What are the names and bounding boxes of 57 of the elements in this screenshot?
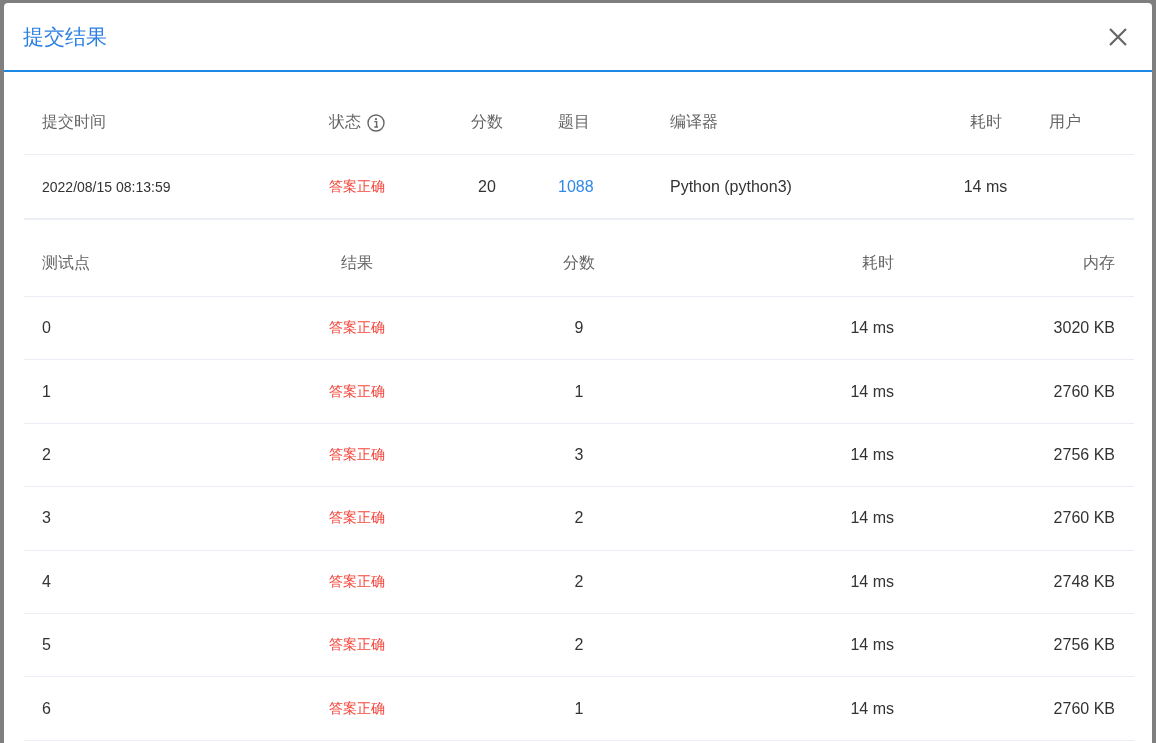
submit-time: 2022/08/15 08:13:59: [42, 178, 171, 195]
score-value: 2: [574, 509, 584, 528]
problem-link[interactable]: 1088: [558, 177, 594, 196]
case-number: 0: [42, 319, 51, 338]
time-value: 14 ms: [963, 177, 1008, 196]
score-value: 1: [574, 382, 584, 401]
score-value: 20: [478, 177, 496, 196]
case-number: 2: [42, 445, 51, 464]
time-value: 14 ms: [850, 572, 894, 591]
column-header: 分数: [471, 112, 503, 132]
column-header: 提交时间: [42, 112, 106, 132]
verdict-text: 答案正确: [329, 382, 385, 401]
verdict-text: 答案正确: [329, 177, 385, 196]
case-number: 4: [42, 572, 51, 591]
compiler-name: Python (python3): [670, 177, 792, 196]
verdict-text: 答案正确: [329, 319, 385, 338]
column-header: 状态: [329, 112, 361, 132]
memory-value: 2760 KB: [1053, 509, 1115, 528]
memory-value: 2760 KB: [1053, 382, 1115, 401]
column-header: 用户: [1049, 112, 1081, 132]
column-header: 内存: [1083, 253, 1115, 273]
time-value: 14 ms: [850, 382, 894, 401]
case-number: 6: [42, 699, 51, 718]
score-value: 1: [574, 699, 584, 718]
column-header: 测试点: [42, 253, 90, 273]
verdict-text: 答案正确: [329, 445, 385, 464]
close-button[interactable]: [1107, 25, 1129, 48]
time-value: 14 ms: [850, 509, 894, 528]
verdict-text: 答案正确: [329, 509, 385, 528]
score-value: 9: [574, 319, 584, 338]
column-header: 分数: [563, 253, 595, 273]
column-header: 结果: [341, 253, 373, 273]
verdict-text: 答案正确: [329, 636, 385, 655]
case-number: 3: [42, 509, 51, 528]
column-header: 题目: [558, 112, 590, 132]
memory-value: 3020 KB: [1053, 319, 1115, 338]
case-number: 1: [42, 382, 51, 401]
verdict-text: 答案正确: [329, 572, 385, 591]
dialog-title: 提交结果: [23, 23, 107, 50]
verdict-text: 答案正确: [329, 699, 385, 718]
time-value: 14 ms: [850, 699, 894, 718]
case-number: 5: [42, 636, 51, 655]
memory-value: 2760 KB: [1053, 699, 1115, 718]
memory-value: 2748 KB: [1053, 572, 1115, 591]
memory-value: 2756 KB: [1053, 636, 1115, 655]
column-header: 耗时: [969, 112, 1002, 132]
time-value: 14 ms: [850, 445, 894, 464]
column-header: 编译器: [670, 112, 718, 132]
time-value: 14 ms: [850, 636, 894, 655]
score-value: 2: [574, 572, 584, 591]
close-icon: [1108, 26, 1128, 47]
score-value: 2: [574, 636, 584, 655]
time-value: 14 ms: [850, 319, 894, 338]
memory-value: 2756 KB: [1053, 445, 1115, 464]
column-header: 耗时: [862, 253, 894, 273]
score-value: 3: [574, 445, 584, 464]
info-icon[interactable]: [367, 113, 385, 132]
